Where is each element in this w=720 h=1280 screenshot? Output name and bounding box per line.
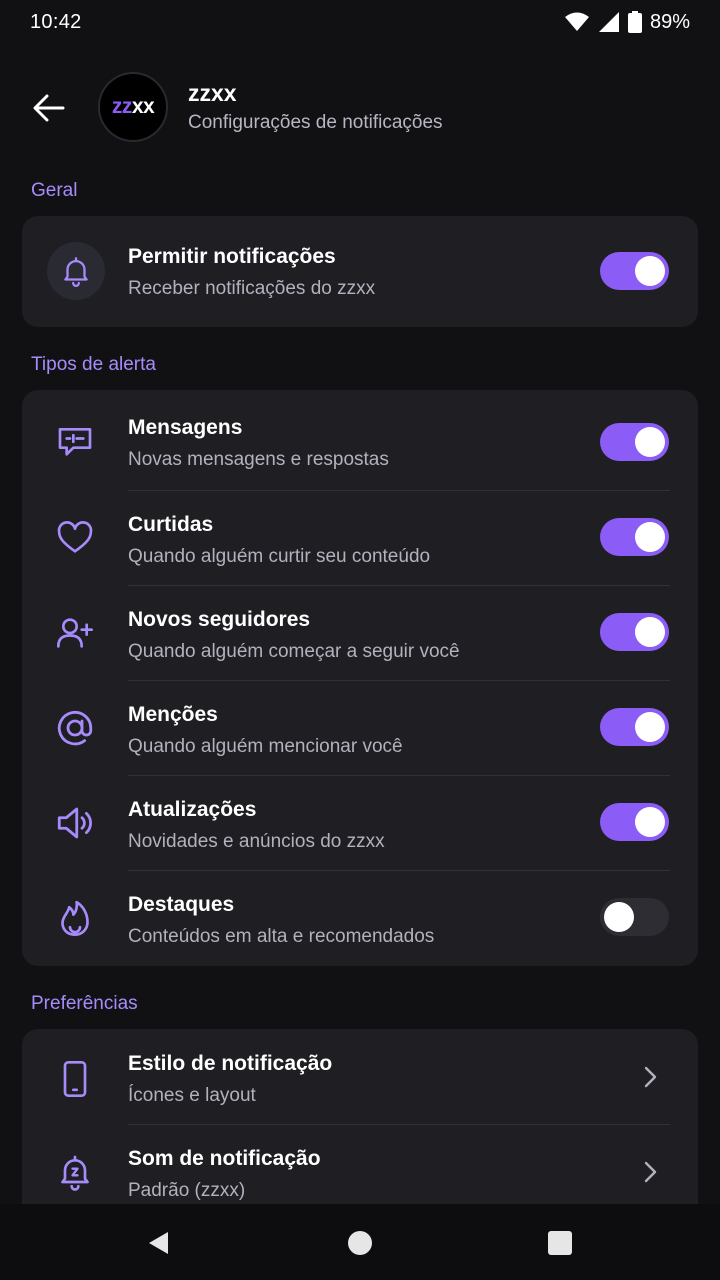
setting-subtitle: Novidades e anúncios do zzxx [128, 831, 385, 852]
setting-title: Permitir notificações [128, 245, 336, 268]
setting-subtitle: Padrão (zzxx) [128, 1180, 246, 1201]
arrow-left-icon [33, 94, 65, 122]
toggle-knob [635, 522, 665, 552]
likes-toggle[interactable] [600, 518, 669, 556]
setting-subtitle: Receber notificações do zzxx [128, 278, 376, 299]
setting-subtitle: Quando alguém mencionar você [128, 736, 403, 757]
heart-icon [52, 515, 98, 561]
mentions-toggle[interactable] [600, 708, 669, 746]
speaker-icon [52, 800, 98, 846]
nav-back-icon[interactable] [144, 1228, 174, 1258]
setting-subtitle: Quando alguém curtir seu conteúdo [128, 546, 431, 567]
setting-subtitle: Novas mensagens e respostas [128, 449, 389, 470]
avatar-text-xx: xx [131, 95, 155, 118]
setting-title: Menções [128, 703, 218, 726]
setting-title: Mensagens [128, 416, 243, 439]
toggle-knob [604, 902, 634, 932]
app-header: zz xx zzxx Configurações de notificações [0, 70, 720, 146]
setting-likes[interactable]: Curtidas Quando alguém curtir seu conteú… [22, 490, 698, 585]
message-icon [52, 418, 98, 464]
setting-title: Destaques [128, 893, 235, 916]
section-label-alerts: Tipos de alerta [31, 354, 156, 375]
status-time: 10:42 [30, 10, 82, 33]
setting-subtitle: Quando alguém começar a seguir você [128, 641, 460, 662]
chevron-right-icon [644, 1161, 657, 1183]
user-plus-icon [52, 610, 98, 656]
signal-icon [598, 12, 619, 32]
setting-messages[interactable]: Mensagens Novas mensagens e respostas [22, 390, 698, 490]
setting-title: Curtidas [128, 513, 214, 536]
setting-mentions[interactable]: Menções Quando alguém mencionar você [22, 680, 698, 775]
nav-recents-icon[interactable] [545, 1228, 575, 1258]
bell-icon [47, 242, 105, 300]
page-title: zzxx [188, 80, 237, 106]
toggle-knob [635, 712, 665, 742]
setting-title: Atualizações [128, 798, 257, 821]
setting-allow-notifications[interactable]: Permitir notificações Receber notificaçõ… [22, 216, 698, 327]
avatar-text-zz: zz [111, 95, 133, 118]
section-label-general: Geral [31, 180, 78, 201]
setting-title: Som de notificação [128, 1147, 321, 1170]
toggle-knob [635, 427, 665, 457]
preferences-card: Estilo de notificação Ícones e layout So… [22, 1029, 698, 1229]
setting-subtitle: Ícones e layout [128, 1085, 256, 1106]
setting-title: Novos seguidores [128, 608, 311, 631]
setting-highlights[interactable]: Destaques Conteúdos em alta e recomendad… [22, 870, 698, 965]
setting-subtitle: Conteúdos em alta e recomendados [128, 926, 435, 947]
toggle-knob [635, 807, 665, 837]
wifi-icon [564, 12, 589, 31]
back-button[interactable] [28, 87, 70, 129]
allow-notifications-toggle[interactable] [600, 252, 669, 290]
setting-title: Estilo de notificação [128, 1052, 333, 1075]
system-nav-bar [0, 1204, 720, 1280]
battery-icon [627, 11, 642, 33]
at-icon [52, 705, 98, 751]
battery-percent: 89% [649, 10, 690, 33]
status-icons: 89% [564, 11, 690, 34]
general-card: Permitir notificações Receber notificaçõ… [22, 216, 698, 327]
setting-new-followers[interactable]: Novos seguidores Quando alguém começar a… [22, 585, 698, 680]
highlights-toggle[interactable] [600, 898, 669, 936]
bell-z-icon [52, 1149, 98, 1195]
section-label-preferences: Preferências [31, 993, 138, 1014]
status-bar: 10:42 89% [0, 0, 720, 44]
alerts-card: Mensagens Novas mensagens e respostas Cu… [22, 390, 698, 966]
new-followers-toggle[interactable] [600, 613, 669, 651]
setting-updates[interactable]: Atualizações Novidades e anúncios do zzx… [22, 775, 698, 870]
chevron-right-icon [644, 1066, 657, 1088]
phone-icon [52, 1056, 98, 1102]
messages-toggle[interactable] [600, 423, 669, 461]
setting-notification-style[interactable]: Estilo de notificação Ícones e layout [22, 1029, 698, 1124]
updates-toggle[interactable] [600, 803, 669, 841]
avatar[interactable]: zz xx [98, 72, 168, 142]
toggle-knob [635, 617, 665, 647]
page-subtitle: Configurações de notificações [188, 112, 443, 133]
flame-icon [52, 895, 98, 941]
toggle-knob [635, 256, 665, 286]
nav-home-icon[interactable] [345, 1228, 375, 1258]
